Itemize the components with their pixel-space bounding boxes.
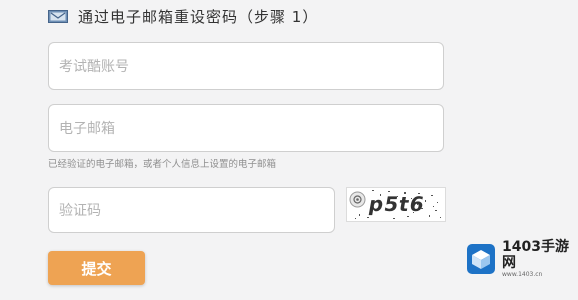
watermark-name: 1403手游网: [502, 239, 569, 271]
watermark-logo-icon: [466, 243, 496, 275]
watermark-text: 1403手游网 www.1403.cn: [502, 239, 578, 279]
watermark: 1403手游网 www.1403.cn: [466, 239, 578, 279]
captcha-placeholder: 验证码: [59, 203, 101, 219]
account-placeholder: 考试酷账号: [59, 59, 129, 75]
page-header: 通过电子邮箱重设密码（步骤 1）: [48, 6, 318, 26]
watermark-url: www.1403.cn: [502, 271, 543, 278]
captcha-text: p5t6: [366, 192, 427, 216]
captcha-input[interactable]: 验证码: [48, 187, 335, 233]
email-input[interactable]: 电子邮箱: [48, 104, 444, 152]
submit-button[interactable]: 提交: [48, 251, 145, 285]
page-title: 通过电子邮箱重设密码（步骤 1）: [78, 7, 319, 26]
account-input[interactable]: 考试酷账号: [48, 42, 444, 90]
email-placeholder: 电子邮箱: [59, 121, 115, 137]
email-icon: [48, 9, 68, 23]
email-hint: 已经验证的电子邮箱，或者个人信息上设置的电子邮箱: [48, 159, 277, 170]
captcha-refresh-icon[interactable]: [349, 191, 366, 208]
captcha-image[interactable]: p5t6: [346, 187, 446, 222]
